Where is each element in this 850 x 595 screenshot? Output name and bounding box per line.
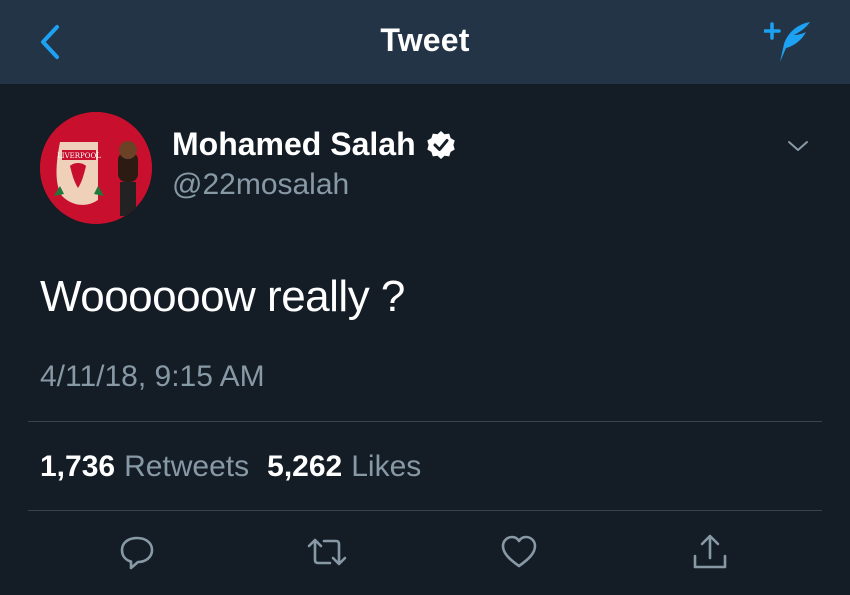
likes-label: Likes [351, 450, 422, 483]
compose-tweet-button[interactable] [763, 18, 814, 66]
author-handle[interactable]: @22mosalah [172, 168, 349, 202]
chevron-down-icon [788, 141, 808, 151]
compose-tweet-icon [763, 22, 810, 62]
tweet-timestamp: 4/11/18, 9:15 AM [40, 360, 265, 393]
top-navigation-bar: Tweet [0, 0, 850, 84]
tweet-action-bar [0, 530, 850, 590]
avatar[interactable]: LIVERPOOL [40, 112, 152, 224]
retweets-label: Retweets [124, 450, 250, 483]
retweet-button[interactable] [305, 530, 349, 574]
author-display-name: Mohamed Salah [172, 126, 416, 162]
tweet-stats: 1,736 Retweets 5,262 Likes [40, 450, 421, 484]
divider [28, 510, 822, 511]
reply-button[interactable] [115, 530, 159, 574]
retweets-count: 1,736 [40, 450, 116, 483]
likes-stat[interactable]: 5,262 Likes [267, 450, 421, 484]
divider [28, 421, 822, 422]
retweet-icon [307, 538, 347, 566]
share-icon [693, 534, 727, 569]
tweet-options-button[interactable] [786, 136, 810, 156]
reply-icon [120, 536, 154, 570]
avatar-badge-text: LIVERPOOL [57, 152, 101, 160]
likes-count: 5,262 [267, 450, 343, 483]
like-button[interactable] [497, 530, 541, 574]
heart-icon [501, 535, 537, 568]
verified-badge-icon [426, 130, 455, 159]
retweets-stat[interactable]: 1,736 Retweets [40, 450, 249, 484]
page-title: Tweet [380, 22, 470, 58]
author-name-row[interactable]: Mohamed Salah [172, 126, 456, 163]
share-button[interactable] [688, 530, 732, 574]
tweet-text: Woooooow really ? [40, 272, 405, 321]
avatar-image: LIVERPOOL [40, 112, 152, 224]
